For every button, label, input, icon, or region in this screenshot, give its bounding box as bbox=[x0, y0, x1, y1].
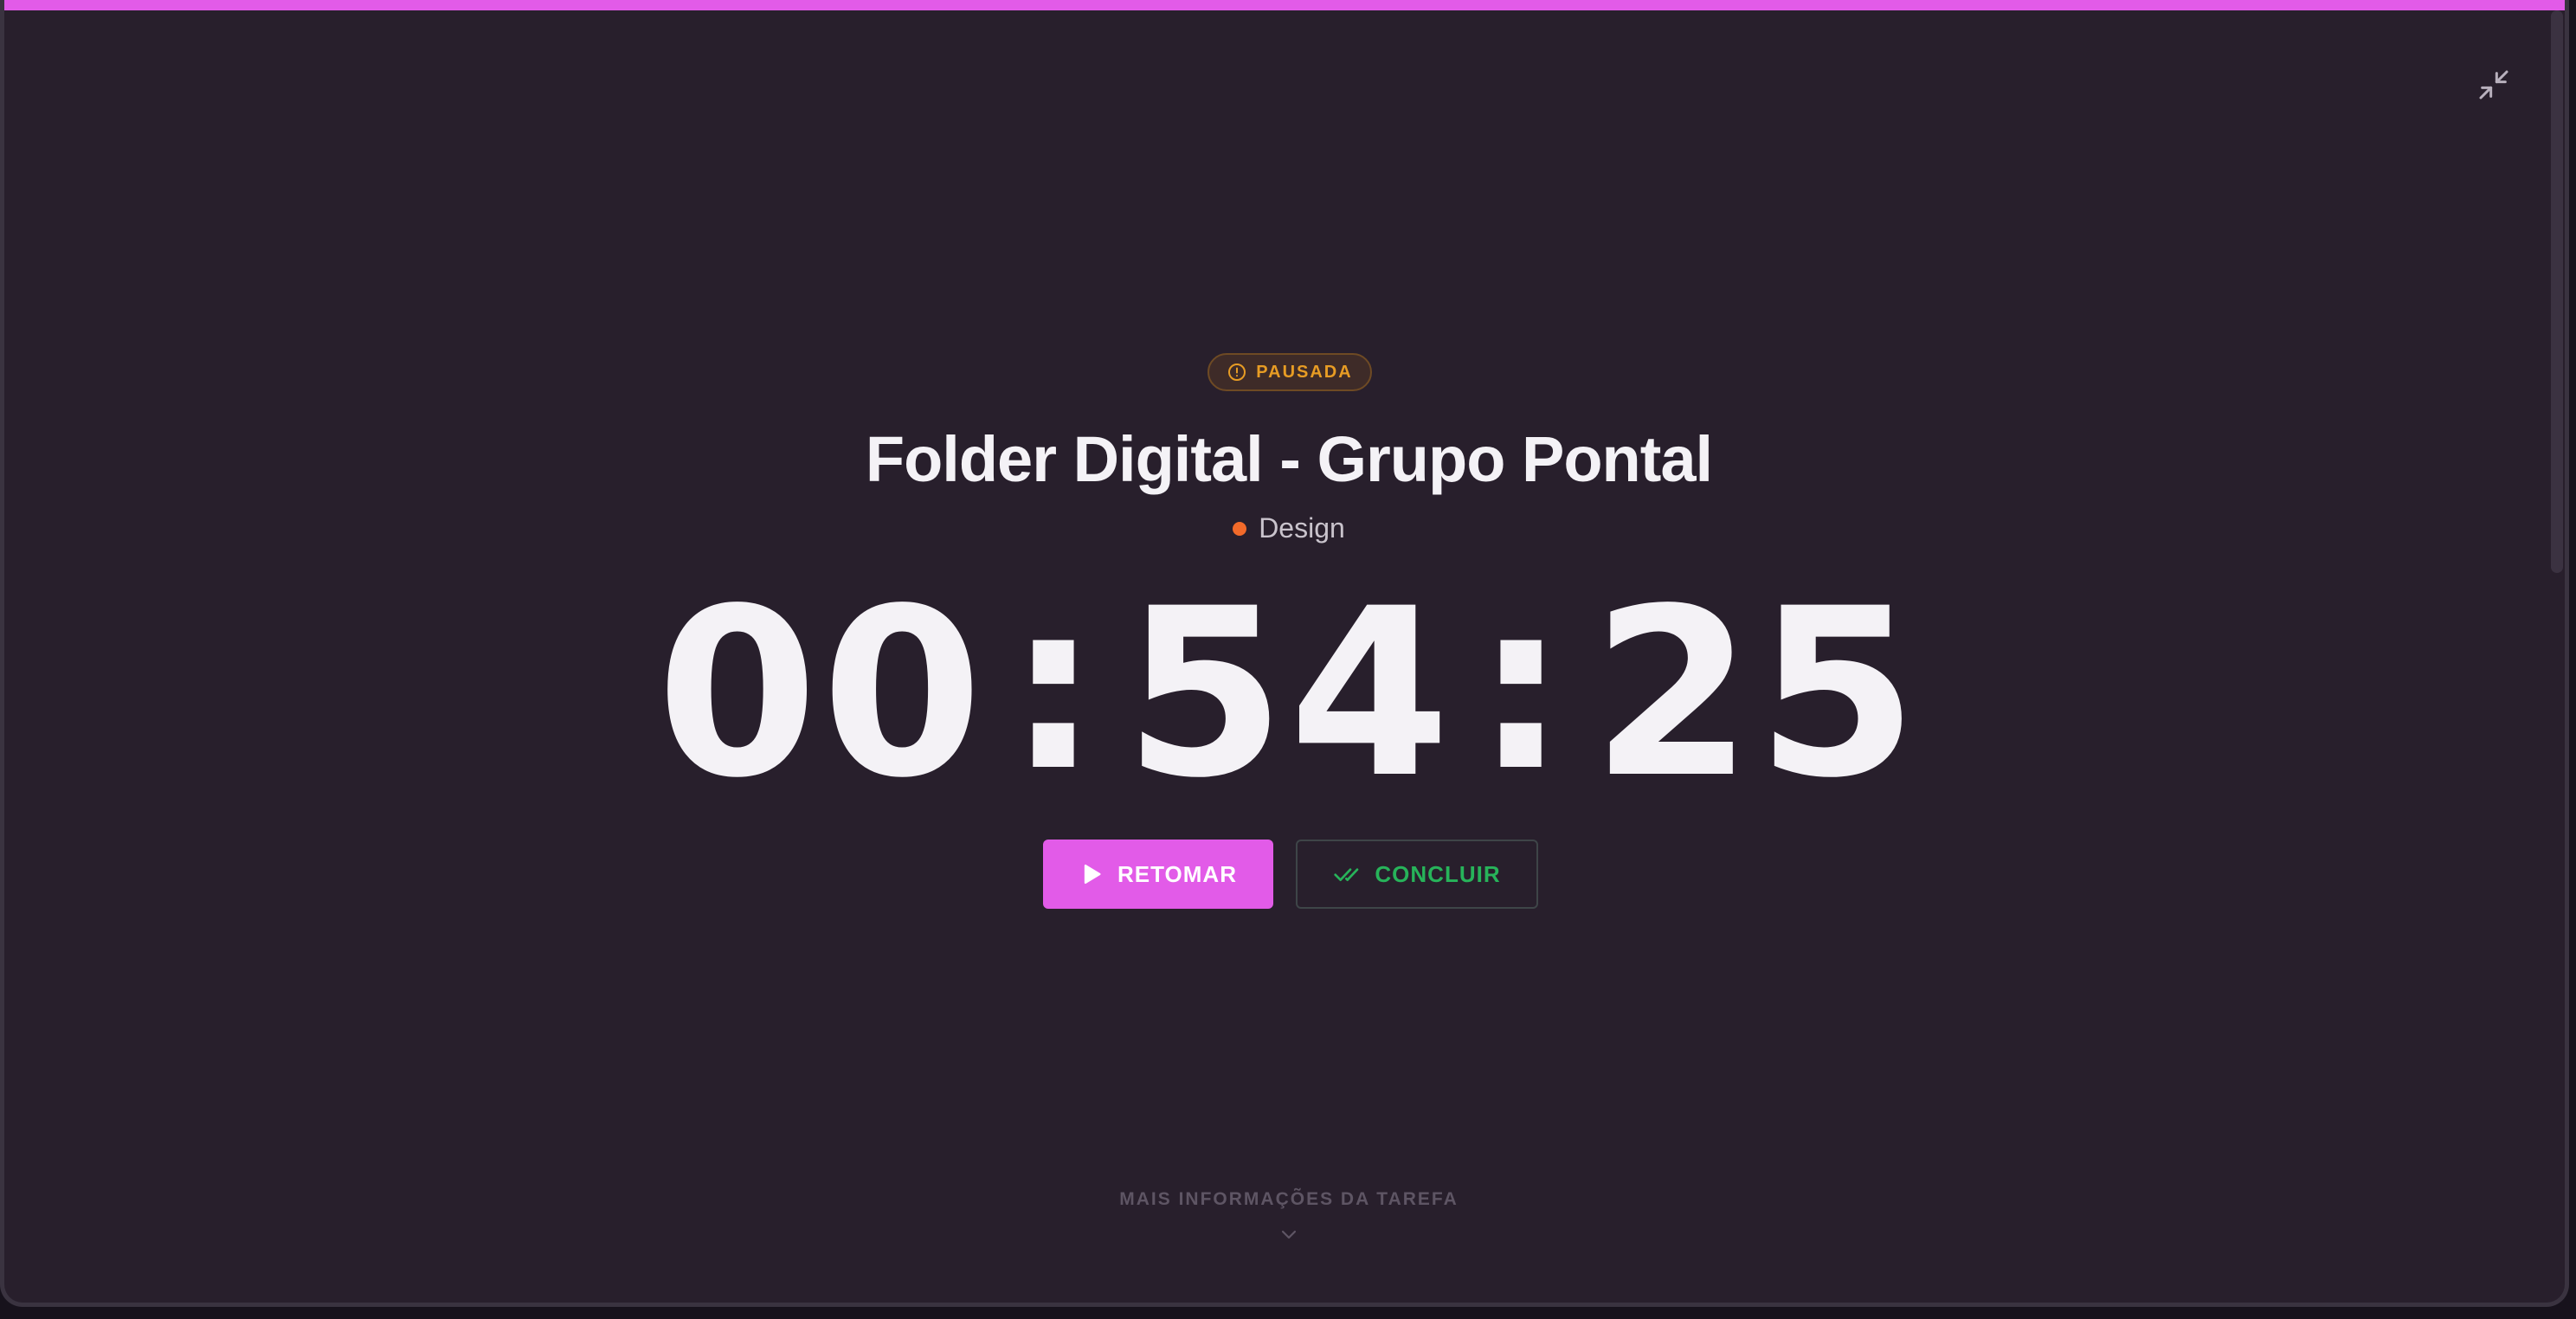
task-title: Folder Digital - Grupo Pontal bbox=[865, 423, 1713, 495]
play-icon bbox=[1084, 864, 1101, 885]
timer-minutes: 54 bbox=[1124, 559, 1454, 829]
timer-hours: 00 bbox=[656, 559, 987, 829]
timer-seconds: 25 bbox=[1591, 559, 1922, 829]
more-info-toggle[interactable]: MAIS INFORMAÇÕES DA TAREFA bbox=[4, 1189, 2565, 1210]
double-check-icon bbox=[1334, 868, 1359, 881]
alert-circle-icon bbox=[1228, 364, 1246, 381]
timer-separator: : bbox=[1474, 552, 1571, 822]
status-label: PAUSADA bbox=[1256, 362, 1353, 382]
timer-display: 00 : 54 : 25 bbox=[4, 559, 2565, 829]
category-label: Design bbox=[1259, 512, 1345, 544]
chevron-down-icon[interactable] bbox=[1278, 1224, 1299, 1245]
focus-timer-window: PAUSADA Folder Digital - Grupo Pontal De… bbox=[0, 0, 2569, 1307]
resume-button[interactable]: RETOMAR bbox=[1043, 840, 1273, 909]
timer-separator: : bbox=[1007, 552, 1104, 822]
status-badge: PAUSADA bbox=[1208, 353, 1372, 391]
resume-label: RETOMAR bbox=[1117, 860, 1237, 887]
complete-button[interactable]: CONCLUIR bbox=[1296, 840, 1538, 909]
timer-panel: PAUSADA Folder Digital - Grupo Pontal De… bbox=[4, 0, 2565, 1303]
complete-label: CONCLUIR bbox=[1375, 860, 1501, 887]
task-category: Design bbox=[4, 512, 2565, 544]
timer-actions: RETOMAR CONCLUIR bbox=[1043, 840, 1538, 909]
category-color-dot bbox=[1233, 521, 1247, 536]
